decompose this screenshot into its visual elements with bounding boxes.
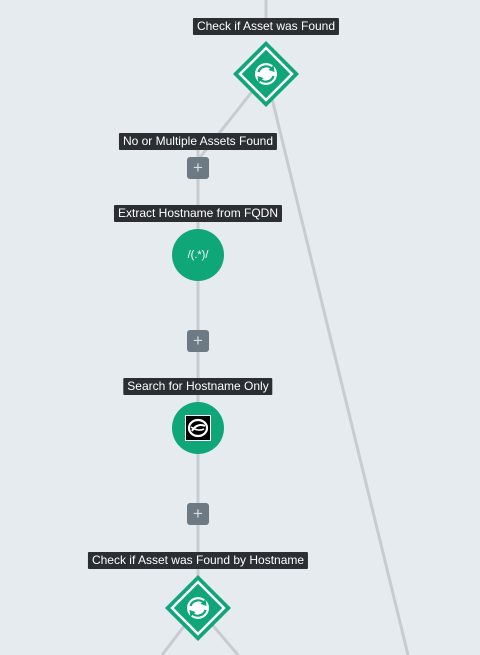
plus-icon: +	[193, 331, 203, 350]
refresh-cycle-icon	[255, 63, 277, 85]
decision-node-check-asset-hostname[interactable]	[164, 574, 232, 642]
node-label-extract-hostname: Extract Hostname from FQDN	[113, 205, 283, 222]
add-step-button[interactable]: +	[187, 503, 209, 525]
plus-icon: +	[193, 504, 203, 523]
swirl-logo-icon	[185, 415, 211, 441]
decision-label-check-asset-hostname: Check if Asset was Found by Hostname	[87, 552, 309, 569]
branch-label-no-or-multiple-assets: No or Multiple Assets Found	[118, 133, 278, 150]
regex-node-extract-hostname[interactable]: /(.*)/	[172, 229, 224, 281]
decision-node-check-asset[interactable]	[232, 40, 300, 108]
refresh-cycle-icon	[187, 597, 209, 619]
workflow-canvas: Check if Asset was Found No or Multiple …	[0, 0, 480, 655]
plus-icon: +	[193, 158, 203, 177]
regex-pattern-text: /(.*)/	[187, 249, 209, 261]
app-node-search-hostname[interactable]	[172, 402, 224, 454]
decision-label-check-asset: Check if Asset was Found	[192, 18, 340, 35]
add-step-button[interactable]: +	[187, 157, 209, 179]
add-step-button[interactable]: +	[187, 330, 209, 352]
node-label-search-hostname: Search for Hostname Only	[123, 378, 273, 395]
